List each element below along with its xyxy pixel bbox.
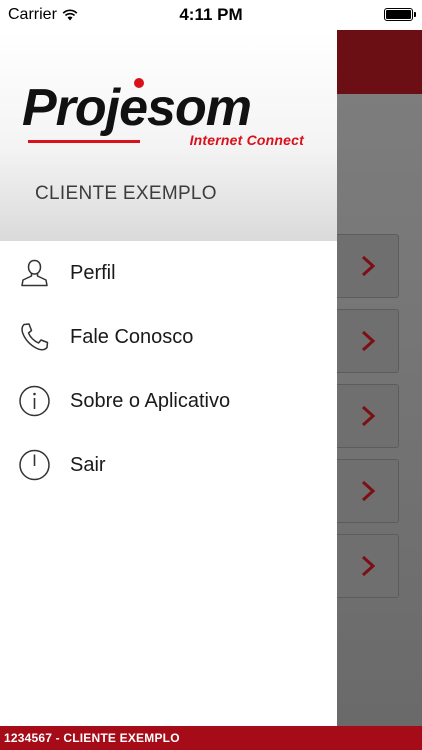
menu-item-label: Sobre o Aplicativo: [70, 389, 231, 412]
info-icon: [18, 385, 51, 418]
drawer-header: Projesom Internet Connect CLIENTE EXEMPL…: [0, 30, 337, 241]
background-card[interactable]: [337, 384, 399, 448]
chevron-right-icon: [361, 405, 375, 427]
background-header: [337, 30, 422, 94]
chevron-right-icon: [361, 255, 375, 277]
status-time: 4:11 PM: [179, 5, 243, 24]
drawer-menu: Perfil Fale Conosco Sobre o Aplicativo S…: [0, 241, 337, 497]
menu-item-label: Perfil: [70, 261, 116, 284]
battery-icon: [384, 8, 416, 21]
menu-item-fale-conosco[interactable]: Fale Conosco: [0, 305, 337, 369]
background-card[interactable]: [337, 459, 399, 523]
background-card[interactable]: [337, 309, 399, 373]
background-card[interactable]: [337, 234, 399, 298]
projesom-logo: Projesom Internet Connect: [22, 78, 314, 152]
logo-underline: [28, 140, 140, 143]
power-icon: [18, 449, 51, 482]
status-bar: Carrier 4:11 PM: [0, 0, 422, 30]
logo-brand: Projesom: [22, 79, 252, 137]
menu-item-sobre-o-aplicativo[interactable]: Sobre o Aplicativo: [0, 369, 337, 433]
bottom-client-bar: 1234567 - CLIENTE EXEMPLO: [0, 726, 422, 750]
logo-tagline: Internet Connect: [189, 132, 304, 148]
side-drawer: Projesom Internet Connect CLIENTE EXEMPL…: [0, 30, 337, 726]
menu-item-perfil[interactable]: Perfil: [0, 241, 337, 305]
menu-item-label: Fale Conosco: [70, 325, 194, 348]
menu-item-label: Sair: [70, 453, 106, 476]
logo-dot: [134, 78, 144, 88]
client-name: CLIENTE EXEMPLO: [35, 183, 217, 204]
user-icon: [18, 257, 51, 290]
chevron-right-icon: [361, 555, 375, 577]
background-card[interactable]: [337, 534, 399, 598]
menu-item-sair[interactable]: Sair: [0, 433, 337, 497]
phone-icon: [18, 321, 51, 354]
chevron-right-icon: [361, 330, 375, 352]
chevron-right-icon: [361, 480, 375, 502]
